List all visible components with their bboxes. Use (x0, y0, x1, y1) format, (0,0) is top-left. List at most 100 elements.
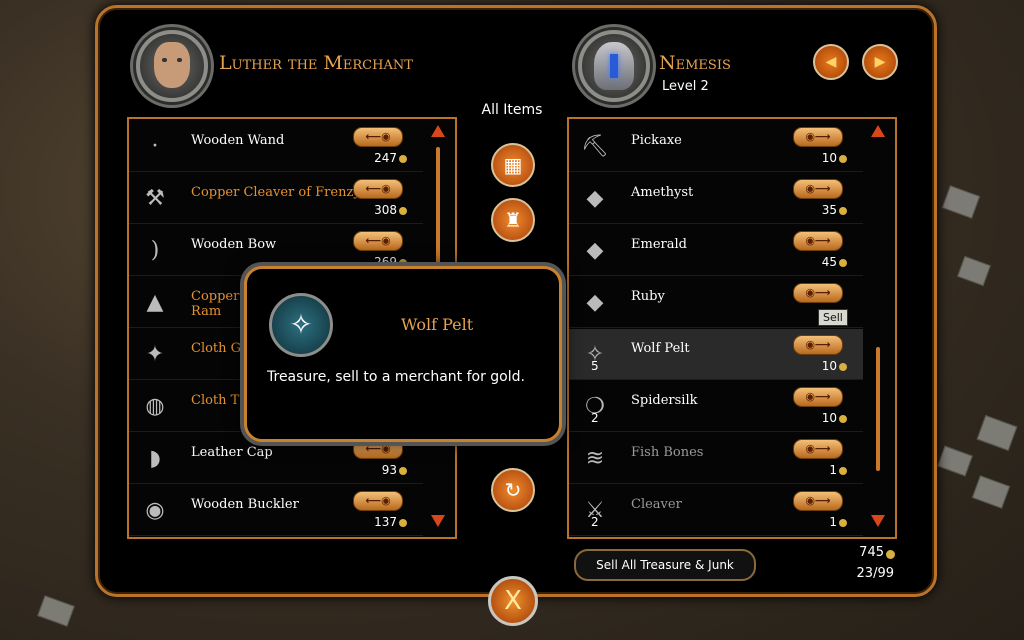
player-item-row[interactable]: ⛏ Pickaxe ◉⟶ 10 (569, 121, 863, 172)
item-name: Ruby (631, 289, 665, 304)
item-name: Wolf Pelt (631, 341, 690, 356)
item-name: Cleaver (631, 497, 682, 512)
gold-coin-icon (399, 467, 407, 475)
sell-button[interactable]: ◉⟶ (793, 127, 843, 147)
item-quantity: 2 (591, 411, 599, 425)
player-name: Nemesis (659, 52, 731, 74)
item-name: Emerald (631, 237, 687, 252)
item-icon: ◗ (149, 446, 161, 471)
scroll-up-arrow[interactable] (431, 125, 445, 137)
item-price: 1 (829, 515, 837, 529)
buy-button[interactable]: ⟵◉ (353, 179, 403, 199)
scrollbar-track[interactable] (876, 347, 880, 471)
scroll-up-arrow[interactable] (871, 125, 885, 137)
wolf-pelt-glyph: ✧ (289, 308, 313, 341)
player-item-row[interactable]: ❍ 2 Spidersilk ◉⟶ 10 (569, 381, 863, 432)
arrow-right-icon: ▶ (874, 54, 886, 70)
item-name: Spidersilk (631, 393, 698, 408)
gold-coin-icon (839, 259, 847, 267)
item-price: 137 (374, 515, 397, 529)
gold-amount: 745 (859, 545, 884, 560)
sell-button[interactable]: ◉⟶ (793, 491, 843, 511)
item-icon: ◆ (586, 290, 604, 315)
item-price: 10 (821, 359, 837, 373)
item-price: 93 (381, 463, 397, 477)
item-icon: ◆ (586, 238, 604, 263)
close-button[interactable]: X (488, 576, 538, 626)
gold-coin-icon (839, 155, 847, 163)
gold-coin-icon (839, 519, 847, 527)
item-tooltip: ✧ Wolf Pelt Treasure, sell to a merchant… (244, 266, 562, 442)
sell-button[interactable]: ◉⟶ (793, 387, 843, 407)
sell-button[interactable]: ◉⟶ (793, 231, 843, 251)
player-portrait (578, 30, 650, 102)
grid-icon: ▦ (503, 153, 523, 177)
floor-tile (957, 255, 991, 287)
player-item-row[interactable]: ⚔ 2 Cleaver ◉⟶ 1 (569, 485, 863, 536)
reset-filter-button[interactable]: ↻ (491, 468, 535, 512)
inventory-slots: 23/99 (856, 566, 894, 581)
floor-tile (971, 475, 1011, 509)
gold-coin-icon (839, 363, 847, 371)
player-item-row[interactable]: ✧ 5 Wolf Pelt ◉⟶ 10 (569, 329, 863, 380)
item-price: 45 (821, 255, 837, 269)
item-icon: ) (150, 238, 160, 263)
helmet-filter-icon: ♜ (504, 208, 522, 232)
all-items-filter-button[interactable]: ▦ (491, 143, 535, 187)
sell-button[interactable]: ◉⟶ (793, 439, 843, 459)
merchant-face-icon (154, 42, 190, 88)
gold-coin-icon (399, 155, 407, 163)
gold-coin-icon (399, 207, 407, 215)
item-name: Leather Cap (191, 445, 273, 460)
merchant-item-row[interactable]: ◉ Wooden Buckler ⟵◉ 137 (129, 485, 423, 536)
item-name: Pickaxe (631, 133, 682, 148)
floor-tile (976, 414, 1018, 452)
buy-button[interactable]: ⟵◉ (353, 127, 403, 147)
buy-button[interactable]: ⟵◉ (353, 231, 403, 251)
item-price: 10 (821, 151, 837, 165)
buy-button[interactable]: ⟵◉ (353, 491, 403, 511)
filter-label: All Items (481, 102, 543, 118)
player-item-row[interactable]: ◆ Amethyst ◉⟶ 35 (569, 173, 863, 224)
floor-tile (937, 445, 973, 477)
item-name: Amethyst (631, 185, 694, 200)
gold-coin-icon (839, 207, 847, 215)
wolf-pelt-icon: ✧ (269, 293, 333, 357)
sell-hint-tooltip: Sell (818, 309, 848, 326)
item-price: 10 (821, 411, 837, 425)
merchant-item-row[interactable]: ⚒ Copper Cleaver of Frenzy ⟵◉ 308 (129, 173, 423, 224)
item-icon: ⚒ (145, 186, 165, 211)
merchant-portrait (136, 30, 208, 102)
item-price: 35 (821, 203, 837, 217)
merchant-item-row[interactable]: · Wooden Wand ⟵◉ 247 (129, 121, 423, 172)
sell-button[interactable]: ◉⟶ (793, 283, 843, 303)
player-item-list: ⛏ Pickaxe ◉⟶ 10 ◆ Amethyst ◉⟶ 35 ◆ Emerald ◉⟶ 45 ◆ Ru… (567, 117, 897, 539)
item-icon: ✦ (145, 342, 165, 367)
item-name: Fish Bones (631, 445, 704, 460)
gold-coin-icon (839, 415, 847, 423)
prev-character-button[interactable]: ◀ (813, 44, 849, 80)
player-level: Level 2 (662, 79, 709, 94)
sell-all-treasure-junk-button[interactable]: Sell All Treasure & Junk (574, 549, 756, 581)
gold-coin-icon (399, 519, 407, 527)
item-price: 1 (829, 463, 837, 477)
sell-button[interactable]: ◉⟶ (793, 335, 843, 355)
sell-button[interactable]: ◉⟶ (793, 179, 843, 199)
scroll-down-arrow[interactable] (871, 515, 885, 527)
tooltip-description: Treasure, sell to a merchant for gold. (267, 369, 525, 385)
item-price: 308 (374, 203, 397, 217)
item-icon: · (151, 134, 159, 159)
item-icon: ◍ (145, 394, 165, 419)
armor-filter-button[interactable]: ♜ (491, 198, 535, 242)
item-quantity: 2 (591, 515, 599, 529)
player-item-row[interactable]: ◆ Emerald ◉⟶ 45 (569, 225, 863, 276)
scroll-down-arrow[interactable] (431, 515, 445, 527)
buy-button[interactable]: ⟵◉ (353, 439, 403, 459)
next-character-button[interactable]: ▶ (862, 44, 898, 80)
undo-icon: ↻ (504, 478, 522, 502)
helmet-icon (594, 42, 634, 90)
item-name: Wooden Wand (191, 133, 285, 148)
close-icon: X (504, 586, 522, 616)
floor-tile (37, 595, 75, 627)
player-item-row[interactable]: ≋ Fish Bones ◉⟶ 1 (569, 433, 863, 484)
